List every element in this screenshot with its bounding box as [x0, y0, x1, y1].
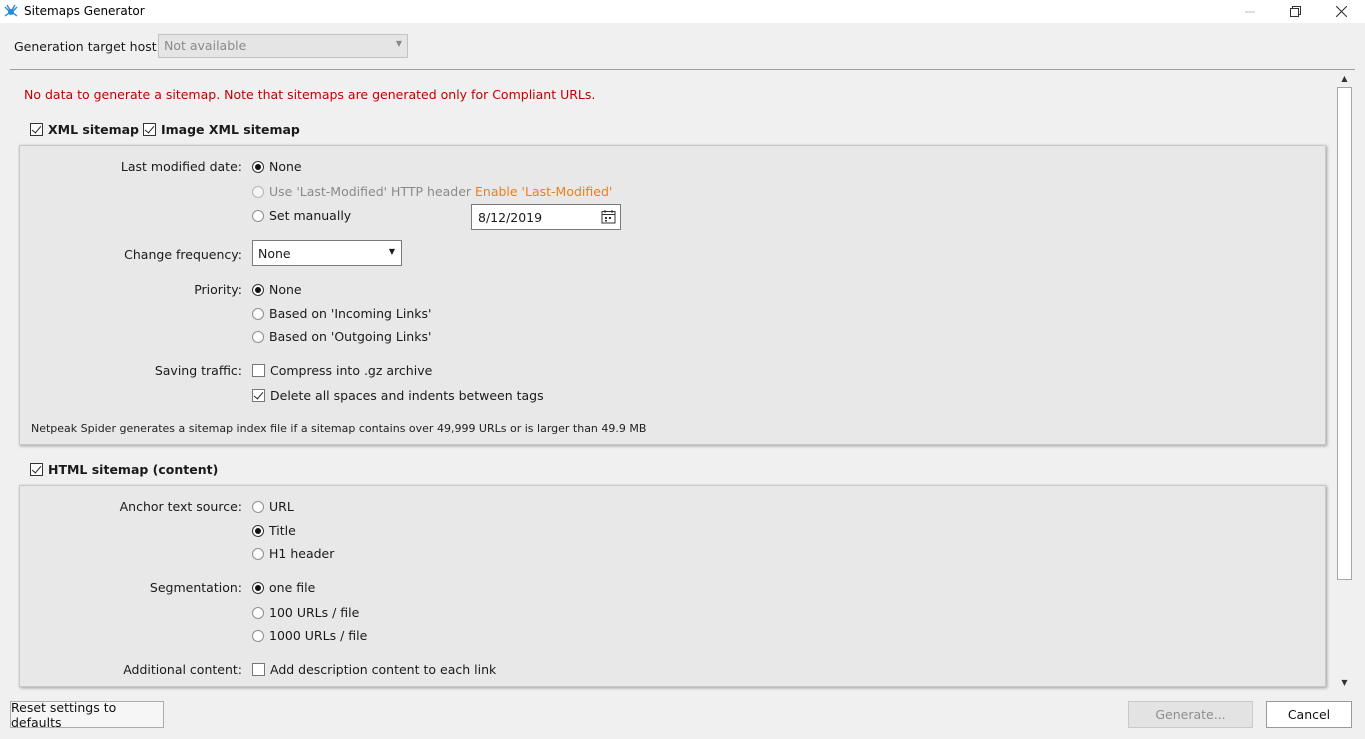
anchor-h1-label: H1 header — [269, 546, 335, 561]
anchor-title-label: Title — [269, 523, 296, 538]
priority-none-label: None — [269, 282, 302, 297]
xml-sitemap-check-icon — [30, 123, 43, 136]
checkbox-checked-icon — [252, 389, 265, 402]
title-bar: Sitemaps Generator — [0, 0, 1365, 23]
date-value: 8/12/2019 — [478, 210, 543, 225]
segmentation-label: Segmentation: — [149, 580, 242, 595]
image-xml-sitemap-check-icon — [143, 123, 156, 136]
radio-selected-icon — [252, 524, 264, 537]
radio-unselected-icon — [252, 547, 264, 560]
calendar-icon[interactable] — [601, 209, 616, 227]
scroll-up-arrow-icon[interactable]: ▲ — [1336, 70, 1353, 87]
last-modified-none-label: None — [269, 159, 302, 174]
priority-outgoing-radio[interactable]: Based on 'Outgoing Links' — [252, 329, 431, 344]
vertical-scrollbar[interactable]: ▲ ▼ — [1336, 70, 1353, 691]
html-sitemap-checkbox[interactable]: HTML sitemap (content) — [30, 462, 218, 477]
segmentation-one-file-label: one file — [269, 580, 316, 595]
image-xml-sitemap-label: Image XML sitemap — [161, 122, 300, 137]
enable-last-modified-link[interactable]: Enable 'Last-Modified' — [475, 184, 612, 199]
change-frequency-value: None — [258, 246, 291, 261]
html-settings-panel: Anchor text source: URL Title H1 header … — [19, 485, 1326, 687]
checkbox-unchecked-icon — [252, 364, 265, 377]
last-modified-manual-label: Set manually — [269, 208, 352, 223]
priority-label: Priority: — [194, 282, 242, 297]
anchor-h1-radio[interactable]: H1 header — [252, 546, 334, 561]
anchor-text-source-label: Anchor text source: — [119, 499, 242, 514]
priority-none-radio[interactable]: None — [252, 282, 302, 297]
segmentation-100-radio[interactable]: 100 URLs / file — [252, 605, 359, 620]
compress-gz-label: Compress into .gz archive — [270, 363, 433, 378]
last-modified-header-label: Use 'Last-Modified' HTTP header — [269, 184, 472, 199]
radio-unselected-icon — [252, 307, 264, 320]
radio-unselected-icon — [252, 209, 264, 222]
reset-defaults-button[interactable]: Reset settings to defaults — [10, 700, 164, 730]
radio-unselected-icon — [252, 500, 264, 513]
radio-unselected-icon — [252, 629, 264, 642]
sitemap-index-note: Netpeak Spider generates a sitemap index… — [31, 422, 647, 435]
priority-incoming-label: Based on 'Incoming Links' — [269, 306, 432, 321]
radio-unselected-icon — [252, 606, 264, 619]
minimize-button[interactable] — [1227, 0, 1273, 23]
change-frequency-select[interactable]: None ▼ — [252, 240, 402, 266]
anchor-url-label: URL — [269, 499, 294, 514]
anchor-title-radio[interactable]: Title — [252, 523, 296, 538]
anchor-url-radio[interactable]: URL — [252, 499, 294, 514]
priority-outgoing-label: Based on 'Outgoing Links' — [269, 329, 432, 344]
checkbox-unchecked-icon — [252, 663, 265, 676]
segmentation-1000-label: 1000 URLs / file — [269, 628, 368, 643]
segmentation-one-file-radio[interactable]: one file — [252, 580, 315, 595]
xml-sitemap-checkbox[interactable]: XML sitemap — [30, 122, 139, 137]
restore-icon — [1289, 6, 1301, 17]
host-select[interactable]: Not available ▼ — [158, 34, 408, 58]
html-sitemap-label: HTML sitemap (content) — [48, 462, 219, 477]
settings-scroll-area: No data to generate a sitemap. Note that… — [10, 69, 1355, 692]
saving-traffic-label: Saving traffic: — [154, 363, 242, 378]
warning-message: No data to generate a sitemap. Note that… — [24, 87, 596, 102]
last-modified-label: Last modified date: — [120, 159, 242, 174]
compress-gz-checkbox[interactable]: Compress into .gz archive — [252, 363, 432, 378]
date-picker-input[interactable]: 8/12/2019 — [471, 204, 621, 230]
delete-spaces-checkbox[interactable]: Delete all spaces and indents between ta… — [252, 388, 544, 403]
last-modified-header-radio: Use 'Last-Modified' HTTP header — [252, 184, 471, 199]
app-spider-icon — [4, 4, 18, 18]
additional-content-label: Additional content: — [123, 662, 242, 677]
xml-sitemap-label: XML sitemap — [48, 122, 139, 137]
last-modified-manual-radio[interactable]: Set manually — [252, 208, 351, 223]
close-icon — [1335, 6, 1347, 17]
close-button[interactable] — [1318, 0, 1364, 23]
segmentation-1000-radio[interactable]: 1000 URLs / file — [252, 628, 367, 643]
cancel-button[interactable]: Cancel — [1266, 701, 1352, 728]
chevron-down-icon: ▼ — [388, 247, 395, 256]
html-sitemap-check-icon — [30, 463, 43, 476]
radio-unselected-icon — [252, 330, 264, 343]
radio-selected-icon — [252, 160, 264, 173]
window-title: Sitemaps Generator — [24, 4, 145, 18]
radio-selected-icon — [252, 283, 264, 296]
xml-settings-panel: Last modified date: None Use 'Last-Modif… — [19, 145, 1326, 445]
add-description-checkbox[interactable]: Add description content to each link — [252, 662, 496, 677]
scroll-thumb[interactable] — [1337, 87, 1352, 580]
host-select-value: Not available — [164, 38, 247, 53]
delete-spaces-label: Delete all spaces and indents between ta… — [270, 388, 544, 403]
priority-incoming-radio[interactable]: Based on 'Incoming Links' — [252, 306, 431, 321]
change-frequency-label: Change frequency: — [124, 247, 242, 262]
image-xml-sitemap-checkbox[interactable]: Image XML sitemap — [143, 122, 300, 137]
host-label: Generation target host: — [14, 39, 161, 54]
chevron-down-icon: ▼ — [395, 39, 402, 48]
radio-disabled-icon — [252, 185, 264, 198]
segmentation-100-label: 100 URLs / file — [269, 605, 360, 620]
generate-button: Generate... — [1128, 701, 1253, 728]
minimize-icon — [1245, 7, 1255, 17]
radio-selected-icon — [252, 581, 264, 594]
restore-button[interactable] — [1272, 0, 1318, 23]
scroll-down-arrow-icon[interactable]: ▼ — [1336, 674, 1353, 691]
last-modified-none-radio[interactable]: None — [252, 159, 302, 174]
add-description-label: Add description content to each link — [270, 662, 497, 677]
